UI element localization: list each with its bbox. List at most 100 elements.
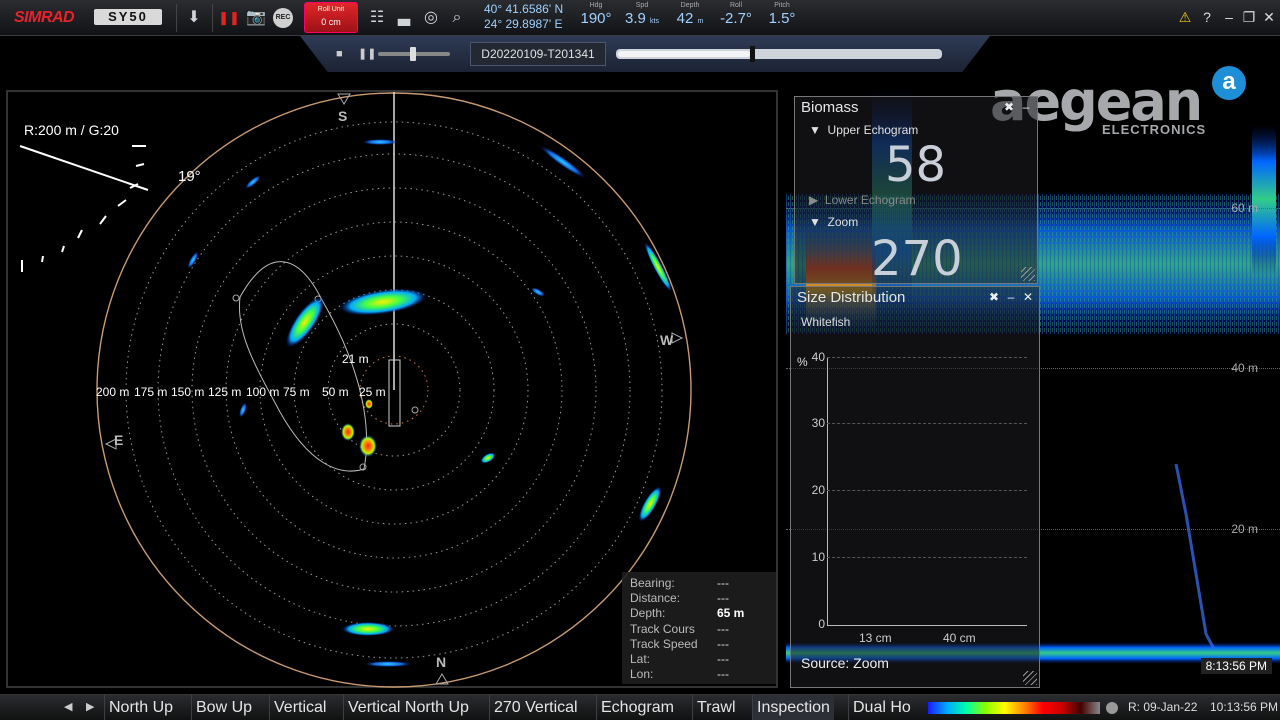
scroll-left-icon[interactable]: ◀ xyxy=(64,700,72,713)
simrad-logo: SIMRAD xyxy=(14,9,75,26)
model-logo: SY50 xyxy=(94,9,162,25)
replay-file-name[interactable]: D20220109-T201341 xyxy=(470,42,606,66)
y-tick: 20 xyxy=(811,483,825,497)
info-depth: Depth: 65 m xyxy=(630,606,745,621)
tab-bow-up[interactable]: Bow Up xyxy=(191,695,256,720)
info-track-course: Track Cours --- xyxy=(630,621,729,636)
zoom-toggle[interactable]: ▼ Zoom xyxy=(809,215,858,229)
pitch-readout: Pitch 1.5° xyxy=(768,2,796,27)
echo-color-scale xyxy=(928,702,1100,714)
clock-time: 10:13:56 PM xyxy=(1210,700,1279,714)
lower-echogram-toggle[interactable]: ▶ Lower Echogram xyxy=(809,193,916,207)
center-depth-label: 21 m xyxy=(342,352,369,366)
upper-echogram-toggle[interactable]: ▼ Upper Echogram xyxy=(809,123,918,137)
roll-unit-value: 0 cm xyxy=(321,17,341,27)
scroll-right-icon[interactable]: ▶ xyxy=(86,700,94,713)
heading-readout: Hdg 190° xyxy=(580,2,612,27)
ring-label: 175 m xyxy=(134,385,168,399)
restore-icon[interactable]: ❐ xyxy=(1240,8,1258,26)
roll-unit-button[interactable]: Roll Unit 0 cm xyxy=(304,2,358,33)
gps-position: 40° 41.6586' N 24° 29.8987' E xyxy=(484,2,563,32)
x-tick: 40 cm xyxy=(943,631,976,645)
pause-record-icon[interactable]: ❚❚ xyxy=(218,7,240,29)
top-toolbar: SIMRAD SY50 ⬇ ❚❚ 📷 REC Roll Unit 0 cm ☷ … xyxy=(0,0,1280,36)
info-lon: Lon: --- xyxy=(630,667,729,682)
target-grid-icon[interactable]: ☷ xyxy=(366,7,388,29)
stop-icon[interactable]: ■ xyxy=(336,48,348,60)
record-button[interactable]: REC xyxy=(273,8,293,28)
depth-label: 60 m xyxy=(1231,201,1258,215)
cursor-info-panel: Bearing: --- Distance: --- Depth: 65 m Trac… xyxy=(622,572,776,684)
tab-vertical[interactable]: Vertical xyxy=(269,695,330,720)
playback-progress-track[interactable] xyxy=(616,46,942,62)
compass-south: S xyxy=(338,108,348,124)
status-indicator xyxy=(1106,702,1118,714)
roll-unit-title: Roll Unit xyxy=(317,6,345,13)
info-bearing: Bearing: --- xyxy=(630,576,729,590)
slider-knob[interactable] xyxy=(410,47,416,61)
tab-north-up[interactable]: North Up xyxy=(104,695,177,720)
zoom-magnifier-icon[interactable]: ⌕ xyxy=(446,7,468,29)
grid-line xyxy=(827,557,1027,558)
ring-label: 150 m xyxy=(171,385,205,399)
help-icon[interactable]: ? xyxy=(1198,8,1216,26)
tab-dual-horizontal[interactable]: Dual Ho xyxy=(848,695,915,720)
tilt-indicator-line xyxy=(19,145,149,191)
compass-west: W xyxy=(660,332,674,348)
minimize-panel-icon[interactable]: ‒ xyxy=(1004,290,1018,304)
depth-label: 40 m xyxy=(1231,361,1258,375)
grid-line xyxy=(827,357,1027,358)
compass-east: E xyxy=(114,432,124,448)
roll-readout: Roll -2.7° xyxy=(720,2,752,27)
y-axis-line xyxy=(827,357,828,625)
info-track-speed: Track Speed --- xyxy=(630,636,729,651)
tab-trawl[interactable]: Trawl xyxy=(692,695,740,720)
close-panel-icon[interactable]: ✖ xyxy=(1002,100,1016,114)
resize-grip-icon[interactable] xyxy=(1021,267,1035,281)
camera-icon[interactable]: 📷 xyxy=(245,7,267,29)
biomass-panel[interactable]: Biomass ✖ ‒ ▼ Upper Echogram 58 ▶ Lower … xyxy=(794,96,1038,287)
sonar-view[interactable]: R:200 m / G:20 19° S W E N 21 m 200 m 17… xyxy=(6,90,778,688)
grid-line xyxy=(827,490,1027,491)
tab-inspection[interactable]: Inspection xyxy=(752,695,834,720)
tab-echogram[interactable]: Echogram xyxy=(596,695,678,720)
bar-chart-icon[interactable]: ▃ xyxy=(393,7,415,29)
y-tick: 0 xyxy=(818,617,825,631)
ring-label: 50 m xyxy=(322,385,349,399)
close-panel-icon[interactable]: ✖ xyxy=(987,290,1001,304)
ring-label: 200 m xyxy=(96,385,130,399)
close-icon[interactable]: ✕ xyxy=(1021,290,1035,304)
species-label: Whitefish xyxy=(801,315,851,329)
resize-grip-icon[interactable] xyxy=(1023,671,1037,685)
ring-label: 75 m xyxy=(283,385,310,399)
warning-icon[interactable]: ⚠ xyxy=(1176,8,1194,26)
ring-label: 25 m xyxy=(359,385,386,399)
chevron-down-menu-icon[interactable]: ⬇ xyxy=(183,7,205,29)
size-distribution-panel[interactable]: Size Distribution ✖ ‒ ✕ Whitefish % 40 3… xyxy=(790,286,1040,688)
toolbar-divider xyxy=(212,4,213,32)
gps-latitude: 40° 41.6586' N xyxy=(484,2,564,16)
close-icon[interactable]: ✕ xyxy=(1260,8,1278,26)
y-tick: 40 xyxy=(811,350,825,364)
playback-bar: ■ ❚❚ D20220109-T201341 xyxy=(300,36,990,72)
tab-270-vertical[interactable]: 270 Vertical xyxy=(489,695,582,720)
bottom-view-bar: ◀ ▶ North Up Bow Up Vertical Vertical No… xyxy=(0,694,1280,720)
depth-label: 20 m xyxy=(1231,522,1258,536)
tab-vertical-north-up[interactable]: Vertical North Up xyxy=(343,695,473,720)
speed-readout: Spd 3.9 kts xyxy=(625,2,659,27)
pause-icon[interactable]: ❚❚ xyxy=(358,48,376,60)
size-distribution-title: Size Distribution xyxy=(797,289,906,306)
zoom-biomass-value: 270 xyxy=(871,231,963,287)
tilt-angle-label: 19° xyxy=(178,168,201,185)
minimize-panel-icon[interactable]: ‒ xyxy=(1019,100,1033,114)
x-tick: 13 cm xyxy=(859,631,892,645)
depth-readout: Depth 42 m xyxy=(676,2,704,27)
compass-icon[interactable]: ◎ xyxy=(420,7,442,29)
playback-progress-knob[interactable] xyxy=(750,46,756,62)
compass-north: N xyxy=(436,654,447,670)
grid-line xyxy=(827,423,1027,424)
minimize-icon[interactable]: ‒ xyxy=(1220,8,1238,26)
playback-speed-slider[interactable] xyxy=(378,47,450,61)
y-tick: 30 xyxy=(811,416,825,430)
panel-controls: ✖ ‒ xyxy=(1002,100,1033,114)
